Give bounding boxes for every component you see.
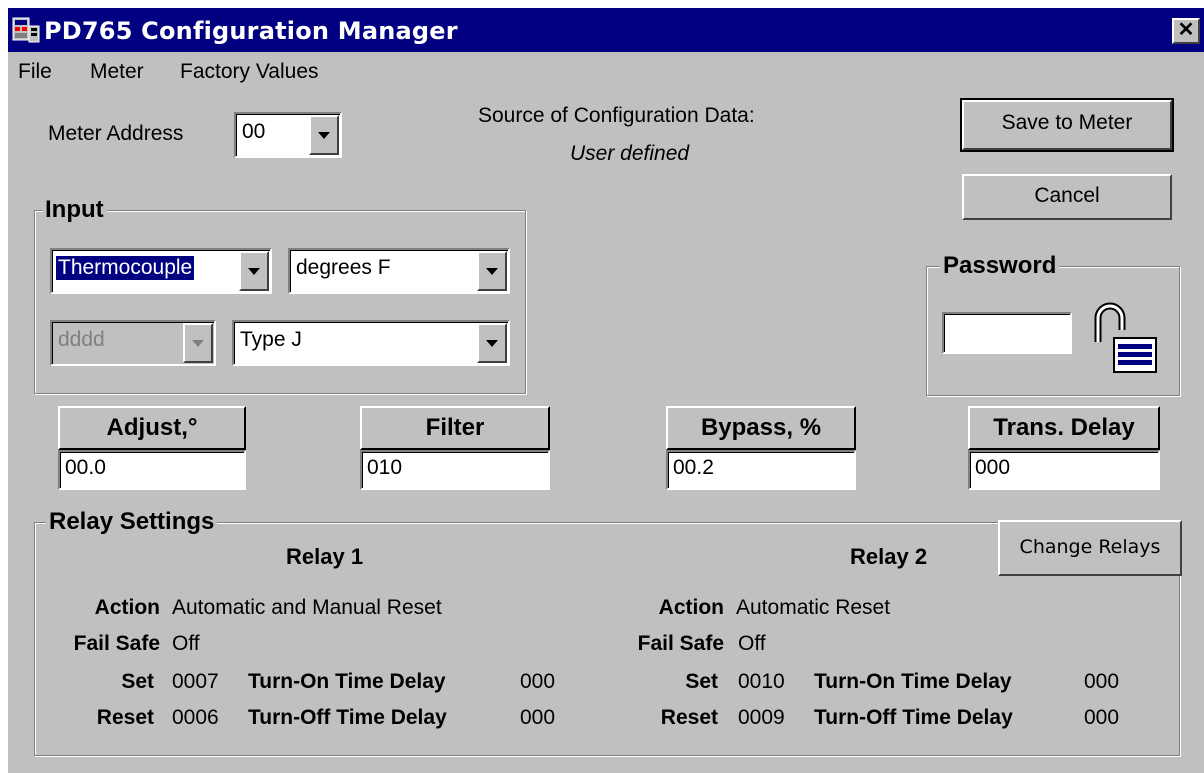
- password-input[interactable]: [942, 312, 1072, 354]
- thermocouple-type-dropdown[interactable]: Type J: [232, 320, 510, 366]
- chevron-down-icon: [192, 340, 204, 347]
- close-icon: ✕: [1177, 19, 1195, 41]
- thermocouple-type-dropdown-button[interactable]: [477, 323, 507, 363]
- relay2-action-key: Action: [658, 596, 724, 619]
- relay1-set-value: 0007: [172, 670, 219, 693]
- units-value: degrees F: [296, 256, 391, 279]
- trans-delay-header: Trans. Delay: [968, 406, 1160, 450]
- relay2-set-key: Set: [685, 670, 718, 693]
- bypass-value: 00.2: [673, 456, 714, 479]
- close-button[interactable]: ✕: [1172, 18, 1200, 44]
- relay2-set-value: 0010: [738, 670, 785, 693]
- relay1-turn-off-value: 000: [520, 706, 556, 729]
- trans-delay-value: 000: [975, 456, 1011, 479]
- units-dropdown[interactable]: degrees F: [288, 248, 510, 294]
- chevron-down-icon: [318, 132, 330, 139]
- app-icon: [12, 17, 40, 43]
- title-bar: PD765 Configuration Manager ✕: [8, 8, 1204, 52]
- input-type-value: Thermocouple: [56, 256, 195, 280]
- filter-header: Filter: [360, 406, 550, 450]
- save-to-meter-button[interactable]: Save to Meter: [960, 98, 1174, 152]
- chevron-down-icon: [248, 268, 260, 275]
- relay1-action-key: Action: [94, 596, 160, 619]
- chevron-down-icon: [486, 268, 498, 275]
- source-label: Source of Configuration Data:: [478, 104, 755, 127]
- relay2-turn-off-key: Turn-Off Time Delay: [814, 706, 1013, 729]
- relay2-failsafe-value: Off: [738, 632, 766, 655]
- relay2-heading: Relay 2: [850, 544, 928, 569]
- relay2-turn-off-value: 000: [1084, 706, 1120, 729]
- input-type-dropdown-button[interactable]: [239, 251, 269, 291]
- relay1-reset-value: 0006: [172, 706, 219, 729]
- meter-address-label: Meter Address: [48, 122, 184, 145]
- relay1-heading: Relay 1: [286, 544, 364, 569]
- relay2-reset-key: Reset: [660, 706, 718, 729]
- filter-value: 010: [367, 456, 403, 479]
- filter-input[interactable]: 010: [360, 450, 550, 490]
- window-title: PD765 Configuration Manager: [44, 17, 458, 45]
- password-group-title: Password: [940, 252, 1060, 280]
- input-group-title: Input: [42, 196, 107, 224]
- change-relays-label: Change Relays: [1019, 536, 1161, 558]
- cancel-button[interactable]: Cancel: [962, 174, 1172, 220]
- padlock-open-icon: [1094, 302, 1157, 373]
- relay2-turn-on-value: 000: [1084, 670, 1120, 693]
- relay1-action-value: Automatic and Manual Reset: [172, 596, 442, 619]
- adjust-header: Adjust,°: [58, 406, 246, 450]
- config-window: PD765 Configuration Manager ✕ File Meter…: [8, 8, 1204, 773]
- meter-address-dropdown-button[interactable]: [309, 115, 339, 155]
- trans-delay-input[interactable]: 000: [968, 450, 1160, 490]
- adjust-input[interactable]: 00.0: [58, 450, 246, 490]
- input-type-dropdown[interactable]: Thermocouple: [50, 248, 272, 294]
- bypass-header: Bypass, %: [666, 406, 856, 450]
- relay1-turn-off-key: Turn-Off Time Delay: [248, 706, 447, 729]
- decimal-format-dropdown-button: [183, 323, 213, 363]
- meter-address-value: 00: [242, 120, 266, 143]
- menu-file[interactable]: File: [18, 60, 52, 84]
- relay1-failsafe-key: Fail Safe: [73, 632, 160, 655]
- relay2-action-value: Automatic Reset: [736, 596, 891, 619]
- cancel-label: Cancel: [1034, 184, 1100, 207]
- relay1-set-key: Set: [121, 670, 154, 693]
- relay2-failsafe-key: Fail Safe: [637, 632, 724, 655]
- input-group: [34, 210, 526, 394]
- relay2-reset-value: 0009: [738, 706, 785, 729]
- bypass-input[interactable]: 00.2: [666, 450, 856, 490]
- relay1-turn-on-key: Turn-On Time Delay: [248, 670, 446, 693]
- menu-meter[interactable]: Meter: [90, 60, 144, 84]
- meter-address-dropdown[interactable]: 00: [234, 112, 342, 158]
- relay1-failsafe-value: Off: [172, 632, 200, 655]
- source-value: User defined: [570, 142, 690, 165]
- relay1-turn-on-value: 000: [520, 670, 556, 693]
- relay2-turn-on-key: Turn-On Time Delay: [814, 670, 1012, 693]
- chevron-down-icon: [486, 340, 498, 347]
- adjust-value: 00.0: [65, 456, 106, 479]
- menu-factory-values[interactable]: Factory Values: [180, 60, 319, 84]
- save-to-meter-label: Save to Meter: [1001, 111, 1133, 134]
- change-relays-button[interactable]: Change Relays: [998, 520, 1182, 576]
- decimal-format-value: dddd: [58, 328, 105, 351]
- decimal-format-dropdown: dddd: [50, 320, 216, 366]
- thermocouple-type-value: Type J: [240, 328, 302, 351]
- relay1-reset-key: Reset: [96, 706, 154, 729]
- units-dropdown-button[interactable]: [477, 251, 507, 291]
- relay-settings-title: Relay Settings: [46, 508, 218, 536]
